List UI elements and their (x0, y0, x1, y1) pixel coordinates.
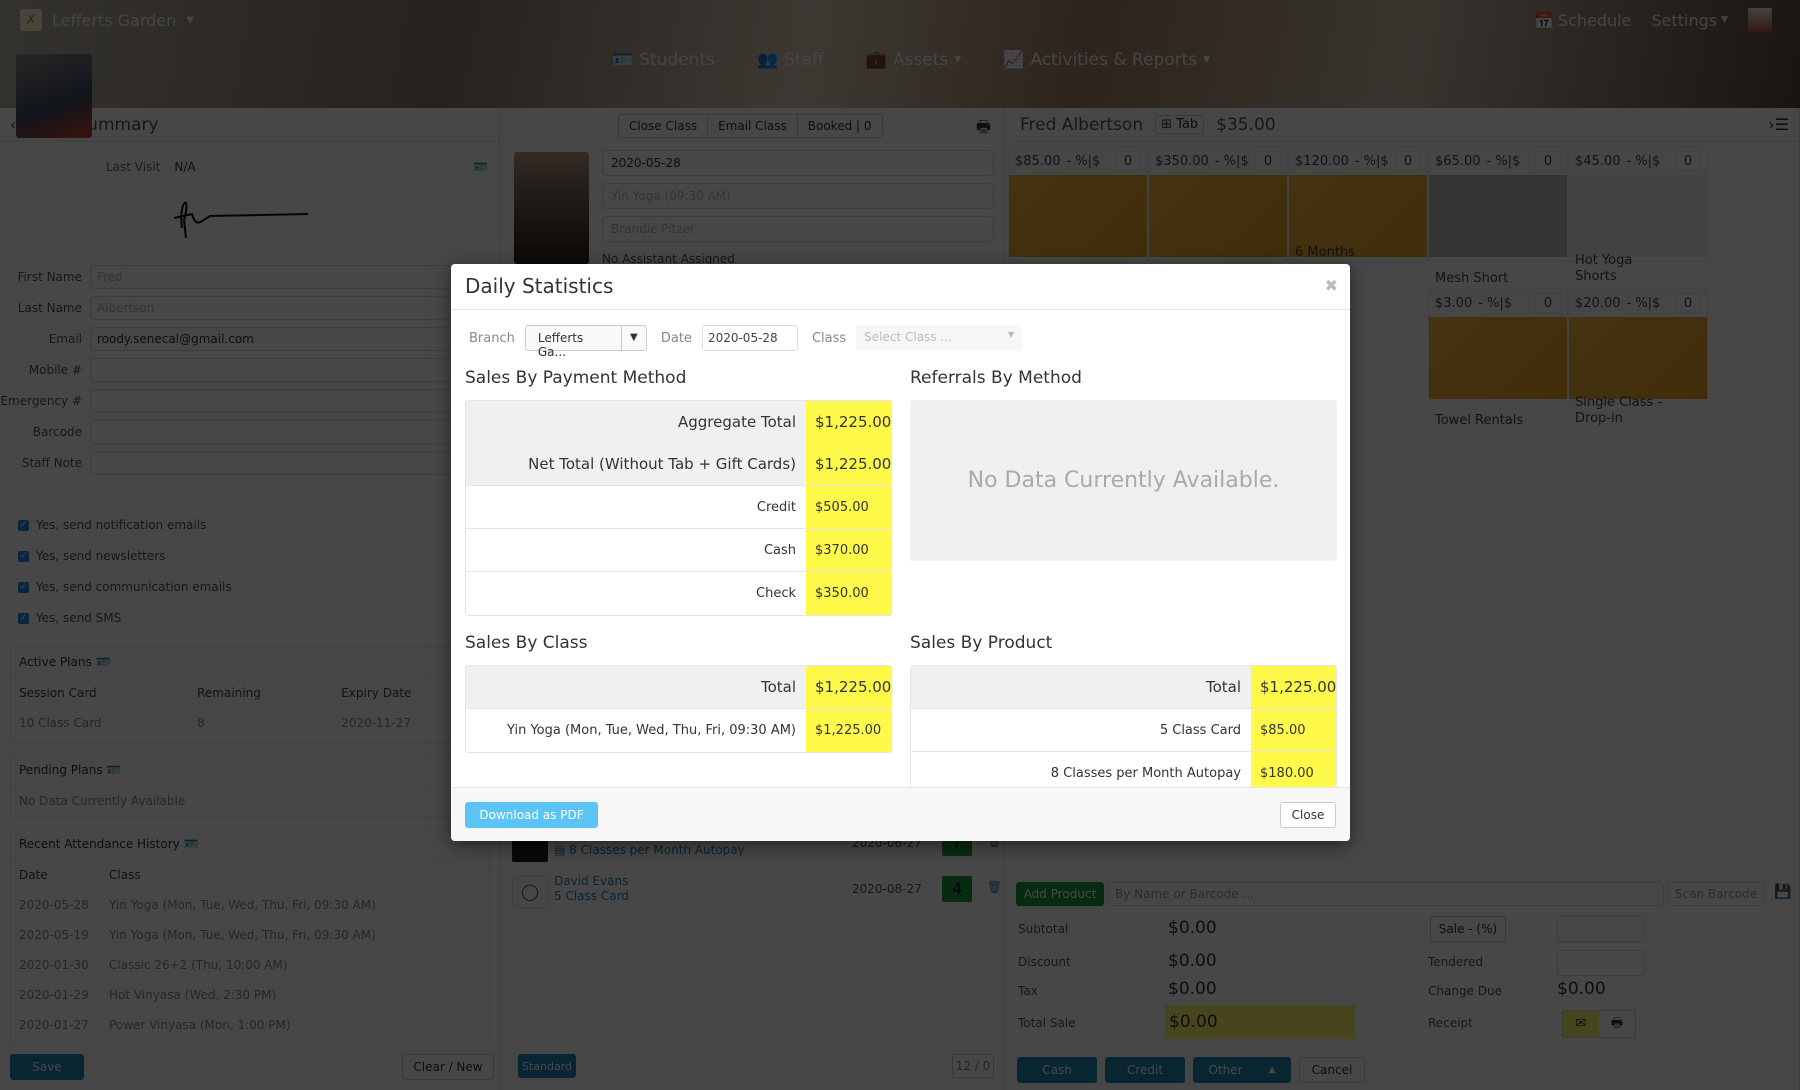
branch-label: Branch (469, 330, 515, 346)
close-button[interactable]: Close (1280, 802, 1336, 828)
modal-footer: Download as PDF Close (451, 787, 1350, 841)
row-value: $1,225.00 (806, 443, 891, 485)
table-row: Yin Yoga (Mon, Tue, Wed, Thu, Fri, 09:30… (466, 709, 891, 752)
modal-header: Daily Statistics ✖ (451, 264, 1350, 310)
row-value: $505.00 (806, 486, 891, 528)
class-label: Class (811, 330, 847, 346)
row-value: $85.00 (1251, 709, 1336, 751)
row-value: $350.00 (806, 572, 891, 615)
sales-by-class-table: Total $1,225.00 Yin Yoga (Mon, Tue, Wed, … (465, 665, 892, 753)
class-select[interactable]: Select Class ... ▼ (856, 325, 1023, 351)
branch-select[interactable]: Lefferts Ga... ▼ (524, 325, 647, 359)
referrals-empty: No Data Currently Available. (910, 400, 1337, 561)
close-icon[interactable]: ✖ (1325, 276, 1338, 295)
row-label: Total (466, 666, 806, 708)
class-placeholder: Select Class ... (864, 330, 952, 344)
table-row: Total $1,225.00 (911, 666, 1336, 709)
modal-title: Daily Statistics (465, 274, 614, 298)
row-label: Credit (756, 499, 796, 515)
row-label: Yin Yoga (Mon, Tue, Wed, Thu, Fri, 09:30… (506, 723, 796, 738)
caret-down-icon[interactable]: ▼ (622, 326, 646, 350)
row-value: $1,225.00 (806, 401, 891, 443)
row-label: Total (911, 666, 1251, 708)
row-label: Check (756, 586, 796, 601)
table-row: Aggregate Total $1,225.00 (466, 401, 891, 443)
row-value: $370.00 (806, 529, 891, 571)
row-label: 5 Class Card (1159, 722, 1241, 738)
sales-by-class-title: Sales By Class (465, 633, 588, 653)
row-value: $1,225.00 (806, 709, 891, 752)
table-row: Check $350.00 (466, 572, 891, 615)
date-input[interactable]: 2020-05-28 (701, 325, 798, 351)
daily-statistics-modal: Daily Statistics ✖ Branch Lefferts Ga...… (451, 264, 1350, 841)
row-label: Cash (763, 542, 796, 558)
table-row: Credit $505.00 (466, 486, 891, 529)
table-row: Cash $370.00 (466, 529, 891, 572)
row-value: $1,225.00 (1251, 666, 1336, 708)
table-row: 5 Class Card $85.00 (911, 709, 1336, 752)
row-label: Aggregate Total (466, 401, 806, 443)
table-row: Net Total (Without Tab + Gift Cards) $1,2… (466, 443, 891, 486)
date-label: Date (660, 330, 692, 346)
row-value: $1,225.00 (806, 666, 891, 708)
row-label: Net Total (Without Tab + Gift Cards) (466, 443, 806, 485)
table-row: Total $1,225.00 (466, 666, 891, 709)
branch-value: Lefferts Ga... (526, 326, 622, 359)
caret-down-icon: ▼ (1007, 330, 1015, 339)
filter-bar: Branch Lefferts Ga... ▼ Date 2020-05-28 … (469, 325, 1023, 359)
download-pdf-button[interactable]: Download as PDF (465, 802, 598, 828)
payment-method-title: Sales By Payment Method (465, 368, 687, 388)
sales-by-product-table: Total $1,225.00 5 Class Card $85.00 8 Clas… (910, 665, 1337, 796)
payment-method-table: Aggregate Total $1,225.00 Net Total (With… (465, 400, 892, 616)
sales-by-product-title: Sales By Product (910, 633, 1053, 653)
referrals-title: Referrals By Method (910, 368, 1082, 388)
